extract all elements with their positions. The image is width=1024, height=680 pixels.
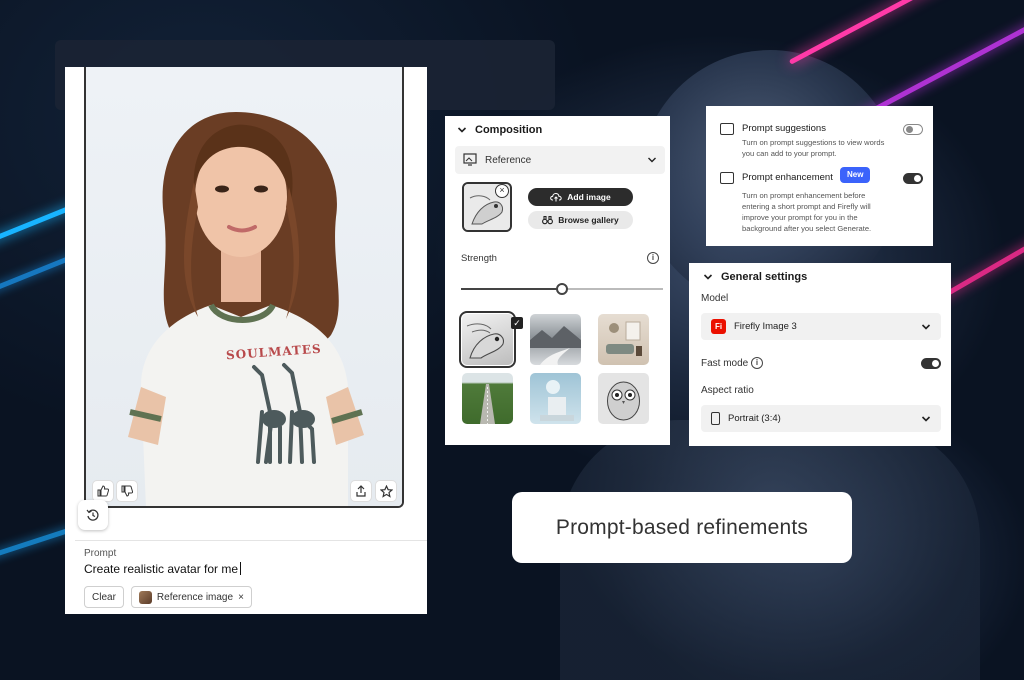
chevron-down-icon (921, 323, 931, 330)
neon-beam (788, 0, 1024, 65)
style-thumbnail-bird-sketch[interactable] (459, 311, 516, 368)
add-image-button[interactable]: Add image (528, 188, 633, 206)
style-thumbnail-living-room[interactable] (598, 314, 649, 365)
firefly-logo-icon: Fi (711, 319, 726, 334)
upload-cloud-icon (550, 192, 562, 202)
chevron-down-icon (921, 415, 931, 422)
portrait-photo: SOULMATES (86, 67, 402, 506)
chevron-down-icon (648, 157, 656, 163)
prompt-enhancement-toggle[interactable] (903, 173, 923, 184)
browse-gallery-label: Browse gallery (558, 215, 619, 225)
favorite-button[interactable] (375, 480, 397, 502)
strength-slider[interactable] (461, 283, 663, 295)
composition-title: Composition (475, 124, 543, 136)
composition-header[interactable]: Composition (457, 124, 542, 136)
prompt-enhancement-description: Turn on prompt enhancement before enteri… (742, 191, 872, 233)
selected-checkmark-icon: ✓ (511, 317, 523, 329)
generation-card: SOULMATES Prompt Create realistic avatar… (65, 67, 427, 614)
clear-button[interactable]: Clear (84, 586, 124, 608)
prompt-suggestions-title: Prompt suggestions (742, 123, 826, 134)
prompt-label: Prompt (84, 548, 117, 559)
portrait-icon (711, 412, 720, 425)
toggle-knob (906, 126, 913, 133)
text-caret (240, 562, 242, 575)
chevron-down-icon (457, 127, 467, 133)
info-icon[interactable]: i (647, 252, 659, 264)
thumbs-up-icon (97, 485, 109, 497)
fast-mode-label: Fast mode (701, 358, 749, 369)
composition-panel: Composition Reference × Add image Browse… (445, 116, 670, 445)
prompt-chips: Clear Reference image × (84, 586, 252, 608)
thumbs-down-icon (121, 485, 133, 497)
add-image-label: Add image (567, 192, 611, 202)
prompt-suggestions-description: Turn on prompt suggestions to view words… (742, 138, 885, 158)
general-settings-header[interactable]: General settings (703, 271, 807, 283)
toggle-knob (914, 175, 921, 182)
reference-image-icon (463, 153, 477, 166)
strength-slider-handle[interactable] (556, 283, 568, 295)
reference-thumbnail (138, 590, 152, 604)
prompt-suggestions-toggle[interactable] (903, 124, 923, 135)
clear-label: Clear (92, 591, 116, 603)
aspect-ratio-select[interactable]: Portrait (3:4) (701, 405, 941, 432)
style-thumbnail-green-road[interactable] (462, 373, 513, 424)
binoculars-icon (542, 215, 554, 225)
remove-reference-button[interactable]: × (495, 184, 509, 198)
thumbs-down-button[interactable] (116, 480, 138, 502)
chevron-down-icon (703, 274, 713, 280)
style-thumbnail-mountain-lake[interactable] (530, 314, 581, 365)
thumbs-up-button[interactable] (92, 480, 114, 502)
aspect-ratio-value: Portrait (3:4) (728, 413, 781, 424)
prompt-suggestions-setting: Prompt suggestions Turn on prompt sugges… (720, 123, 892, 159)
reference-chip-label: Reference image (156, 591, 234, 603)
style-thumbnail-owl-sketch[interactable] (598, 373, 649, 424)
history-button[interactable] (78, 500, 108, 530)
generated-image[interactable]: SOULMATES (84, 67, 404, 508)
style-thumbnail-sphere-sculpture[interactable] (530, 373, 581, 424)
fast-mode-toggle[interactable] (921, 358, 941, 369)
new-badge: New (840, 167, 871, 183)
reference-row[interactable]: Reference (455, 146, 665, 174)
history-icon (86, 509, 99, 521)
aspect-ratio-label: Aspect ratio (701, 385, 754, 396)
strength-label: Strength (461, 253, 497, 264)
prompt-suggestions-icon (720, 123, 734, 135)
caption-text: Prompt-based refinements (555, 515, 809, 539)
prompt-box[interactable]: Prompt Create realistic avatar for me Cl… (75, 540, 427, 614)
browse-gallery-button[interactable]: Browse gallery (528, 211, 633, 229)
info-icon[interactable]: i (751, 357, 763, 369)
toggle-knob (932, 360, 939, 367)
prompt-settings-panel: Prompt suggestions Turn on prompt sugges… (706, 106, 933, 246)
reference-image-chip[interactable]: Reference image × (130, 586, 252, 608)
share-button[interactable] (350, 480, 372, 502)
remove-reference-icon[interactable]: × (238, 592, 244, 603)
star-icon (379, 484, 393, 498)
model-label: Model (701, 293, 729, 304)
reference-label: Reference (485, 154, 532, 166)
strength-slider-fill (461, 288, 562, 290)
caption-pill: Prompt-based refinements (512, 492, 852, 563)
model-select[interactable]: Fi Firefly Image 3 (701, 313, 941, 340)
prompt-enhancement-icon (720, 172, 734, 184)
prompt-text: Create realistic avatar for me (84, 562, 239, 576)
style-reference-grid (459, 311, 649, 424)
general-settings-panel: General settings Model Fi Firefly Image … (689, 263, 951, 446)
share-icon (356, 485, 366, 497)
prompt-input[interactable]: Create realistic avatar for me (84, 562, 418, 576)
model-value: Firefly Image 3 (734, 321, 797, 332)
general-settings-title: General settings (721, 271, 808, 283)
